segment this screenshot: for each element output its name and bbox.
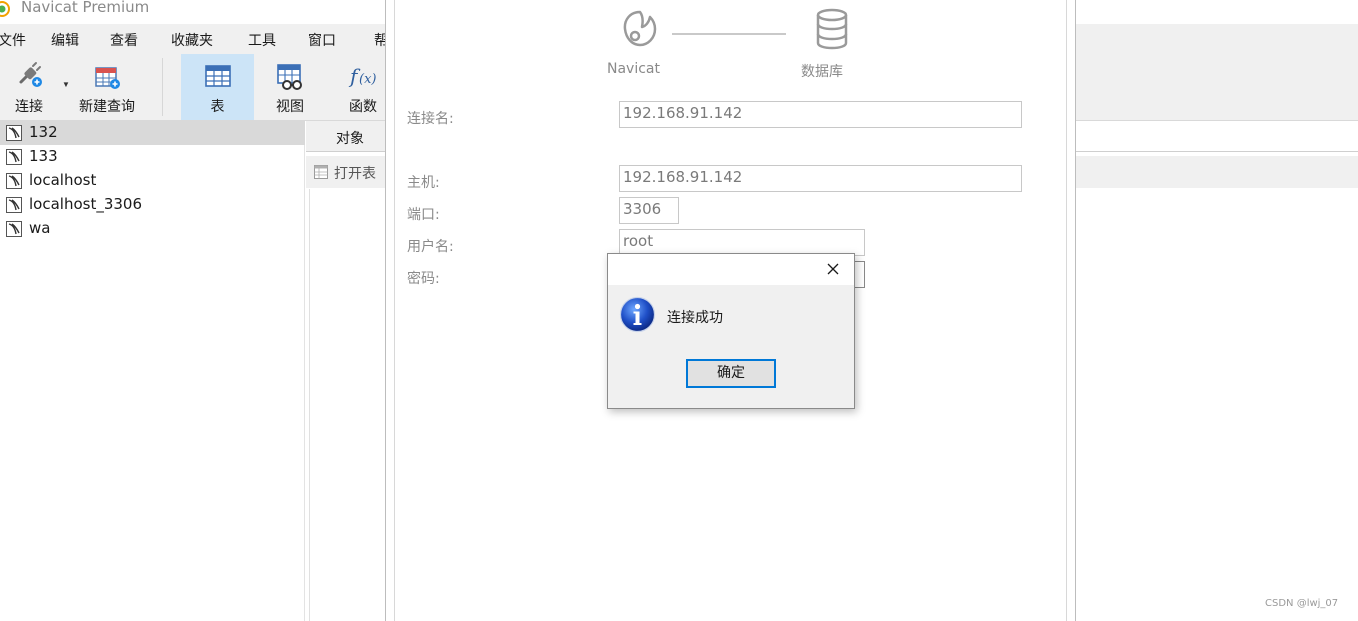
navicat-app-icon [0, 1, 10, 17]
connection-label: localhost_3306 [29, 195, 143, 213]
view-icon [277, 64, 302, 90]
port-label: 端口: [407, 207, 440, 223]
connect-button[interactable]: 连接 [0, 54, 58, 120]
connection-tree: 132 133 localhost localhost_3306 wa [0, 121, 305, 621]
connection-name-label: 连接名: [407, 111, 454, 127]
table-button[interactable]: 表 [181, 54, 254, 120]
plug-icon [19, 62, 42, 87]
view-label: 视图 [276, 99, 304, 115]
mysql-connection-icon [6, 221, 22, 237]
connection-name-field[interactable]: 192.168.91.142 [619, 101, 1022, 128]
watermark: CSDN @lwj_07 [1265, 598, 1339, 609]
mysql-connection-icon [6, 125, 22, 141]
port-field[interactable]: 3306 [619, 197, 679, 224]
username-field[interactable]: root [619, 229, 865, 256]
connection-item[interactable]: 132 [0, 121, 305, 145]
info-icon [619, 296, 656, 333]
menu-tools[interactable]: 工具 [248, 30, 276, 50]
new-query-button[interactable]: 新建查询 [72, 54, 142, 120]
connection-label: 133 [29, 147, 58, 165]
connect-label: 连接 [15, 99, 43, 115]
menu-window[interactable]: 窗口 [308, 30, 336, 50]
new-query-icon [95, 67, 120, 89]
connection-item[interactable]: localhost_3306 [0, 193, 305, 217]
mysql-connection-icon [6, 149, 22, 165]
connection-label: localhost [29, 171, 97, 189]
function-icon: f (x) [348, 64, 376, 88]
connection-item[interactable]: 133 [0, 145, 305, 169]
tab-objects[interactable]: 对象 [306, 121, 396, 151]
connection-item[interactable]: wa [0, 217, 305, 241]
link-line [672, 33, 786, 35]
toolbar-separator [162, 58, 163, 116]
database-caption: 数据库 [801, 64, 843, 80]
table-label: 表 [210, 99, 225, 115]
mysql-connection-icon [6, 173, 22, 189]
host-label: 主机: [407, 175, 440, 191]
menu-edit[interactable]: 编辑 [51, 30, 79, 50]
close-icon[interactable] [821, 260, 845, 280]
ok-button[interactable]: 确定 [686, 359, 776, 388]
connect-dropdown-icon[interactable]: ▼ [62, 80, 70, 89]
window-title: Navicat Premium [21, 0, 150, 16]
object-list [309, 189, 389, 621]
open-table-icon [314, 165, 328, 179]
password-label: 密码: [407, 271, 440, 287]
connection-label: 132 [29, 123, 58, 141]
svg-text:(x): (x) [359, 72, 376, 87]
menu-view[interactable]: 查看 [110, 30, 138, 50]
navicat-caption: Navicat [607, 61, 660, 77]
connection-label: wa [29, 219, 51, 237]
new-query-label: 新建查询 [79, 99, 135, 115]
view-button[interactable]: 视图 [256, 54, 324, 120]
database-icon [816, 8, 848, 50]
open-table-label: 打开表 [334, 166, 376, 182]
tab-objects-label: 对象 [336, 131, 364, 147]
username-label: 用户名: [407, 239, 454, 255]
menu-favorites[interactable]: 收藏夹 [171, 30, 213, 50]
connection-item[interactable]: localhost [0, 169, 305, 193]
navicat-logo-icon [623, 10, 657, 47]
message-text: 连接成功 [667, 310, 723, 326]
table-icon [204, 65, 231, 87]
message-box: 连接成功 确定 [607, 253, 855, 409]
mysql-connection-icon [6, 197, 22, 213]
message-box-titlebar [608, 254, 854, 285]
menu-file[interactable]: 文件 [0, 30, 26, 50]
host-field[interactable]: 192.168.91.142 [619, 165, 1022, 192]
